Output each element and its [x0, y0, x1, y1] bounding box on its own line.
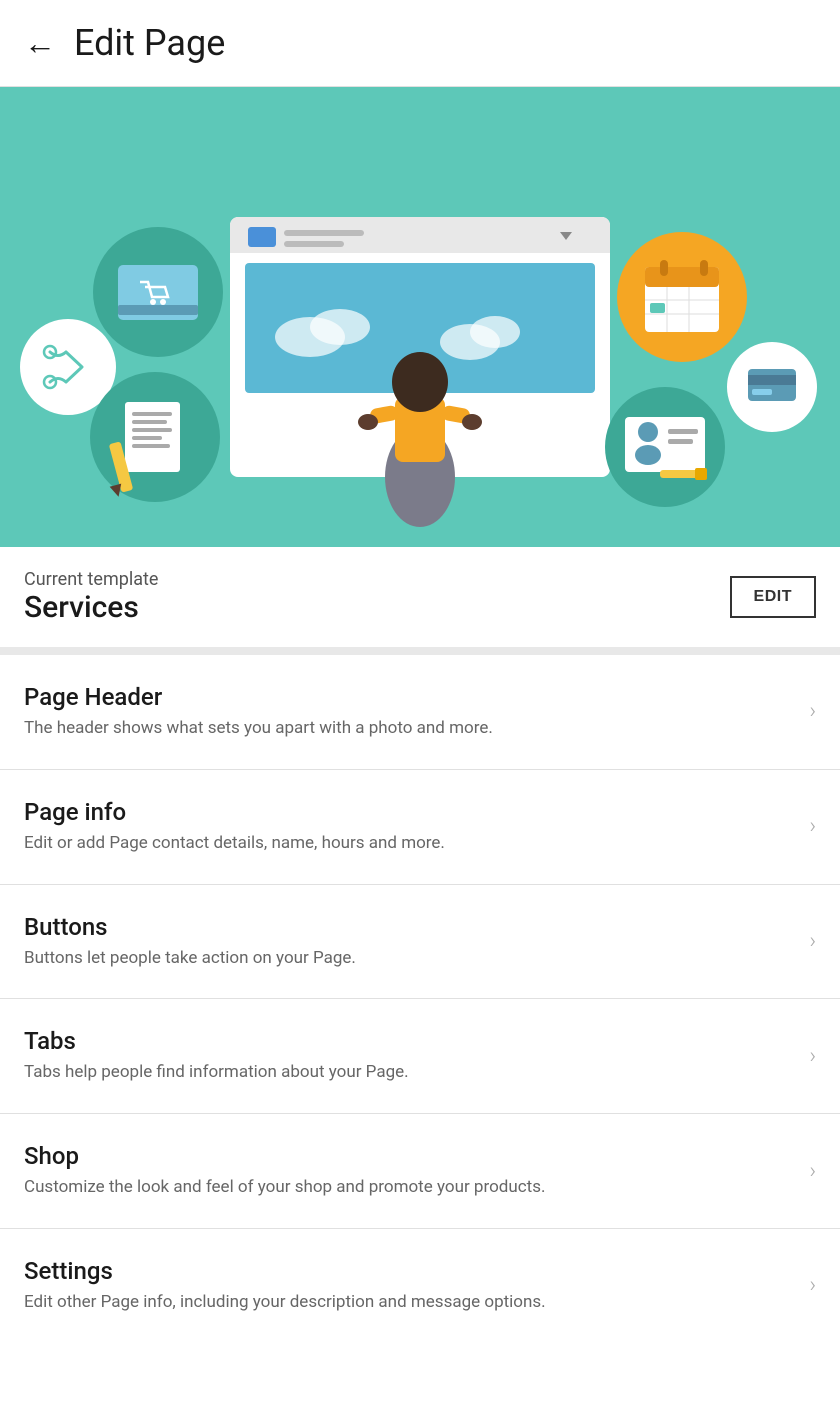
chevron-icon-shop: ›: [809, 1159, 816, 1184]
top-bar: ← Edit Page: [0, 0, 840, 87]
hero-illustration: [0, 87, 840, 547]
menu-item-title-tabs: Tabs: [24, 1027, 793, 1055]
menu-item-text-page-info: Page info Edit or add Page contact detai…: [24, 798, 809, 856]
menu-item-text-tabs: Tabs Tabs help people find information a…: [24, 1027, 809, 1085]
menu-item-buttons[interactable]: Buttons Buttons let people take action o…: [0, 885, 840, 1000]
menu-item-text-settings: Settings Edit other Page info, including…: [24, 1257, 809, 1315]
page-title: Edit Page: [74, 22, 225, 64]
menu-item-text-shop: Shop Customize the look and feel of your…: [24, 1142, 809, 1200]
menu-list: Page Header The header shows what sets y…: [0, 655, 840, 1343]
menu-item-page-info[interactable]: Page info Edit or add Page contact detai…: [0, 770, 840, 885]
menu-item-title-page-header: Page Header: [24, 683, 793, 711]
menu-item-title-buttons: Buttons: [24, 913, 793, 941]
menu-item-title-settings: Settings: [24, 1257, 793, 1285]
menu-item-shop[interactable]: Shop Customize the look and feel of your…: [0, 1114, 840, 1229]
menu-item-text-page-header: Page Header The header shows what sets y…: [24, 683, 809, 741]
menu-item-desc-shop: Customize the look and feel of your shop…: [24, 1176, 793, 1200]
menu-item-page-header[interactable]: Page Header The header shows what sets y…: [0, 655, 840, 770]
template-section: Current template Services EDIT: [0, 547, 840, 647]
menu-item-title-page-info: Page info: [24, 798, 793, 826]
menu-item-desc-page-header: The header shows what sets you apart wit…: [24, 717, 793, 741]
section-divider: [0, 647, 840, 655]
template-label: Current template: [24, 569, 158, 590]
template-edit-button[interactable]: EDIT: [730, 576, 816, 618]
menu-item-title-shop: Shop: [24, 1142, 793, 1170]
menu-item-tabs[interactable]: Tabs Tabs help people find information a…: [0, 999, 840, 1114]
menu-item-desc-buttons: Buttons let people take action on your P…: [24, 947, 793, 971]
menu-item-settings[interactable]: Settings Edit other Page info, including…: [0, 1229, 840, 1343]
menu-item-text-buttons: Buttons Buttons let people take action o…: [24, 913, 809, 971]
menu-item-desc-page-info: Edit or add Page contact details, name, …: [24, 832, 793, 856]
chevron-icon-tabs: ›: [809, 1044, 816, 1069]
back-button[interactable]: ←: [24, 27, 56, 59]
chevron-icon-page-header: ›: [809, 699, 816, 724]
template-name: Services: [24, 590, 158, 625]
chevron-icon-page-info: ›: [809, 814, 816, 839]
chevron-icon-buttons: ›: [809, 929, 816, 954]
chevron-icon-settings: ›: [809, 1273, 816, 1298]
menu-item-desc-settings: Edit other Page info, including your des…: [24, 1291, 793, 1315]
menu-item-desc-tabs: Tabs help people find information about …: [24, 1061, 793, 1085]
template-info: Current template Services: [24, 569, 158, 625]
